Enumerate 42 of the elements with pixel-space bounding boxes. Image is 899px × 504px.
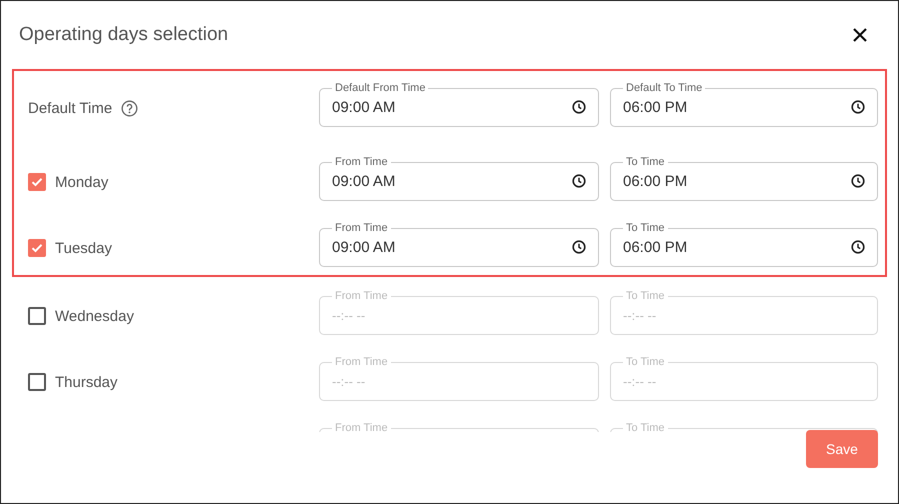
time-placeholder: --:-- -- — [332, 308, 366, 322]
clock-icon[interactable] — [851, 174, 865, 188]
time-field[interactable]: To Time --:-- -- — [610, 356, 878, 401]
check-icon — [31, 243, 43, 253]
help-icon[interactable] — [121, 100, 138, 116]
day-label: Monday — [55, 174, 108, 190]
clock-icon[interactable] — [572, 174, 586, 188]
time-placeholder: --:-- -- — [623, 374, 658, 388]
time-value: 09:00 AM — [332, 172, 396, 190]
time-value: 06:00 PM — [623, 98, 688, 116]
day-checkbox[interactable] — [28, 173, 46, 191]
clock-icon[interactable] — [572, 100, 586, 114]
time-placeholder: --:-- -- — [623, 308, 658, 322]
time-field[interactable]: From Time 09:00 AM — [319, 156, 599, 201]
time-field[interactable]: From Time — [319, 422, 599, 432]
clock-icon[interactable] — [572, 240, 586, 254]
time-field[interactable]: From Time 09:00 AM — [319, 222, 599, 267]
time-placeholder: --:-- -- — [332, 374, 366, 388]
row-label: Default Time — [28, 100, 112, 116]
day-label: Tuesday — [55, 240, 112, 256]
time-field[interactable]: To Time --:-- -- — [610, 290, 878, 335]
time-value: 06:00 PM — [623, 238, 688, 256]
time-field[interactable]: To Time 06:00 PM — [610, 222, 878, 267]
day-checkbox[interactable] — [28, 373, 46, 391]
close-icon[interactable] — [852, 27, 868, 43]
day-label: Thursday — [55, 374, 118, 390]
day-label: Wednesday — [55, 308, 134, 324]
time-field[interactable]: From Time --:-- -- — [319, 356, 599, 401]
time-field[interactable]: Default To Time 06:00 PM — [610, 82, 878, 127]
save-button[interactable]: Save — [806, 430, 878, 468]
time-value: 09:00 AM — [332, 98, 396, 116]
time-field[interactable]: Default From Time 09:00 AM — [319, 82, 599, 127]
day-checkbox[interactable] — [28, 239, 46, 257]
clock-icon[interactable] — [851, 240, 865, 254]
time-field[interactable]: From Time --:-- -- — [319, 290, 599, 335]
day-checkbox[interactable] — [28, 307, 46, 325]
time-value: 09:00 AM — [332, 238, 396, 256]
clock-icon[interactable] — [851, 100, 865, 114]
time-value: 06:00 PM — [623, 172, 688, 190]
check-icon — [31, 177, 43, 187]
dialog-title: Operating days selection — [19, 24, 228, 46]
time-field[interactable]: To Time 06:00 PM — [610, 156, 878, 201]
